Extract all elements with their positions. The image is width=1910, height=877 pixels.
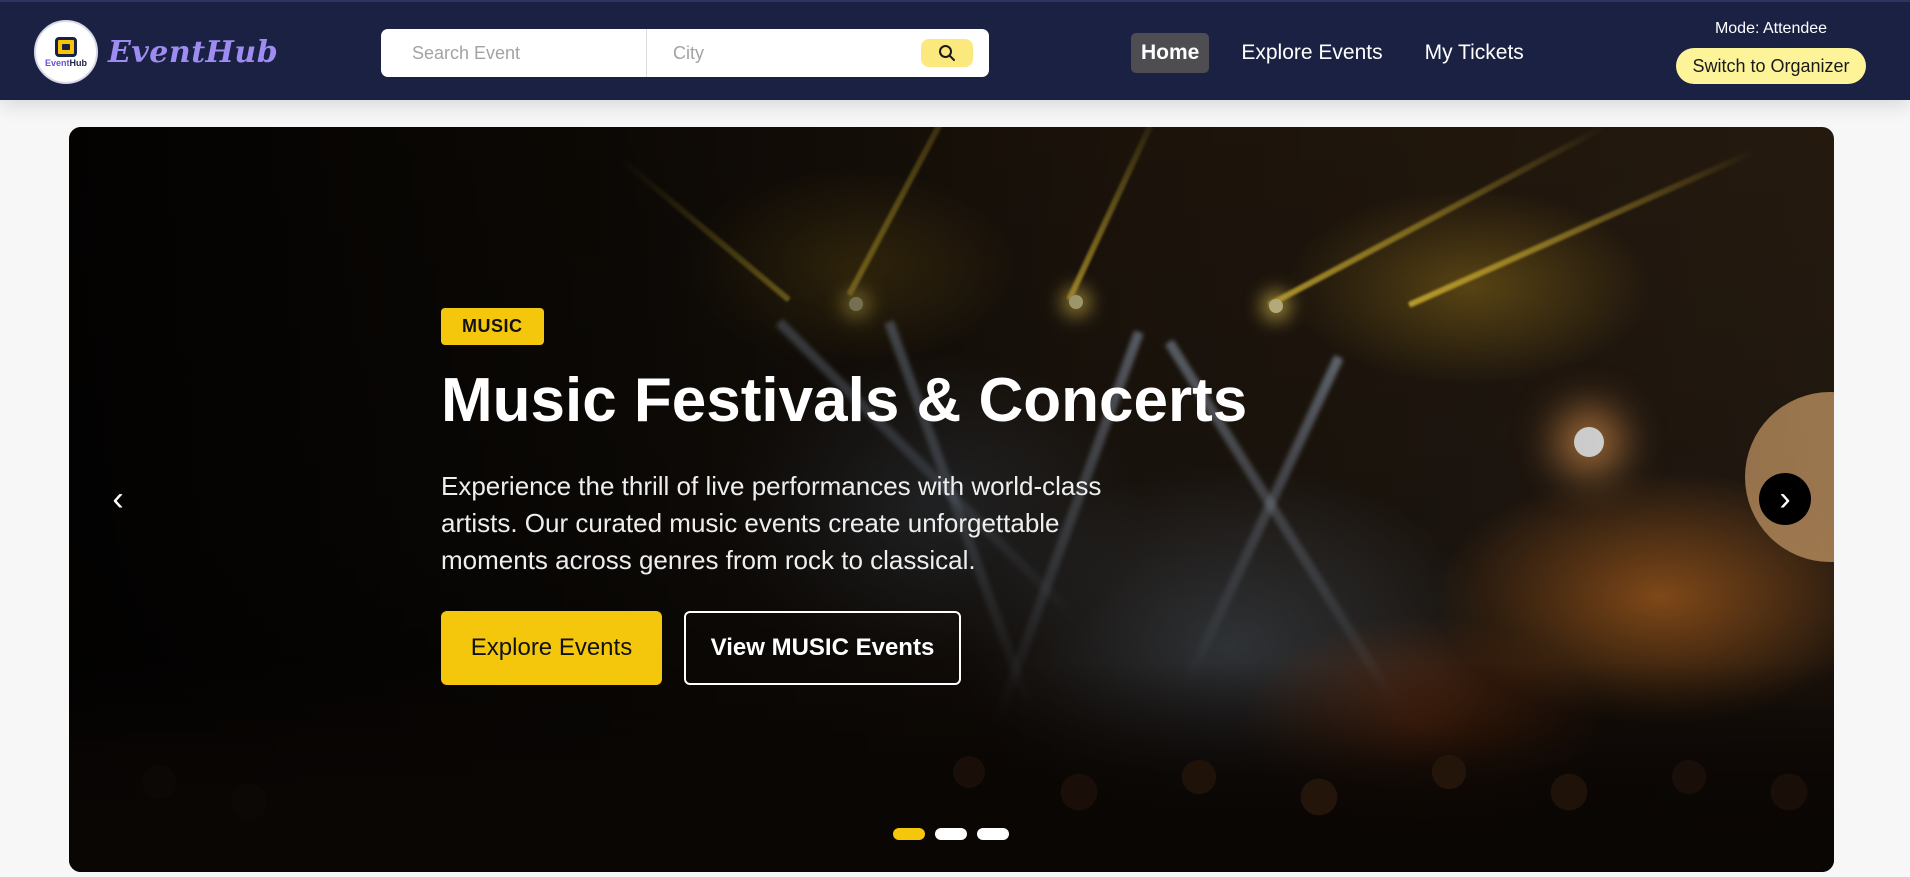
search-city-input[interactable] [647,29,917,77]
hero-buttons: Explore Events View MUSIC Events [441,611,1341,686]
crowd-silhouette [69,662,1834,872]
category-badge: MUSIC [441,308,544,345]
hero-title: Music Festivals & Concerts [441,366,1248,435]
chevron-right-icon: › [1779,479,1791,518]
hero-description: Experience the thrill of live performanc… [441,471,1102,576]
search-icon [939,45,955,61]
carousel-indicators [893,828,1019,840]
logo-mini-hub: Hub [69,57,88,68]
search-button[interactable] [921,39,973,67]
nav-explore-events[interactable]: Explore Events [1231,33,1392,73]
nav-my-tickets[interactable]: My Tickets [1415,33,1534,73]
carousel-next-button[interactable]: › [1759,473,1811,525]
search-event-input[interactable] [381,29,647,77]
explore-events-button[interactable]: Explore Events [441,611,662,686]
chevron-left-icon: ‹ [112,479,124,518]
top-navbar: EventHub EventHub Home Explore Events My… [0,0,1910,100]
calendar-icon [55,36,77,57]
nav-home[interactable]: Home [1131,33,1210,73]
carousel-dot-1[interactable] [893,828,925,840]
hero-content: MUSIC Music Festivals & Concerts Experie… [441,308,1341,686]
logo-mini-event: Event [44,57,70,68]
carousel-prev-button[interactable]: ‹ [92,473,144,525]
brand-name: EventHub [108,34,279,70]
main-nav: Home Explore Events My Tickets [1131,33,1556,73]
logo-badge: EventHub [34,20,98,84]
search-bar [381,29,989,77]
switch-to-organizer-button[interactable]: Switch to Organizer [1676,48,1866,84]
mode-label: Mode: Attendee [1714,20,1828,37]
hero-carousel: MUSIC Music Festivals & Concerts Experie… [69,127,1834,872]
carousel-dot-3[interactable] [977,828,1009,840]
view-category-events-button[interactable]: View MUSIC Events [684,611,961,686]
brand-logo-link[interactable]: EventHub EventHub [34,20,278,84]
carousel-dot-2[interactable] [935,828,967,840]
logo-mini-text: EventHub [44,57,88,68]
